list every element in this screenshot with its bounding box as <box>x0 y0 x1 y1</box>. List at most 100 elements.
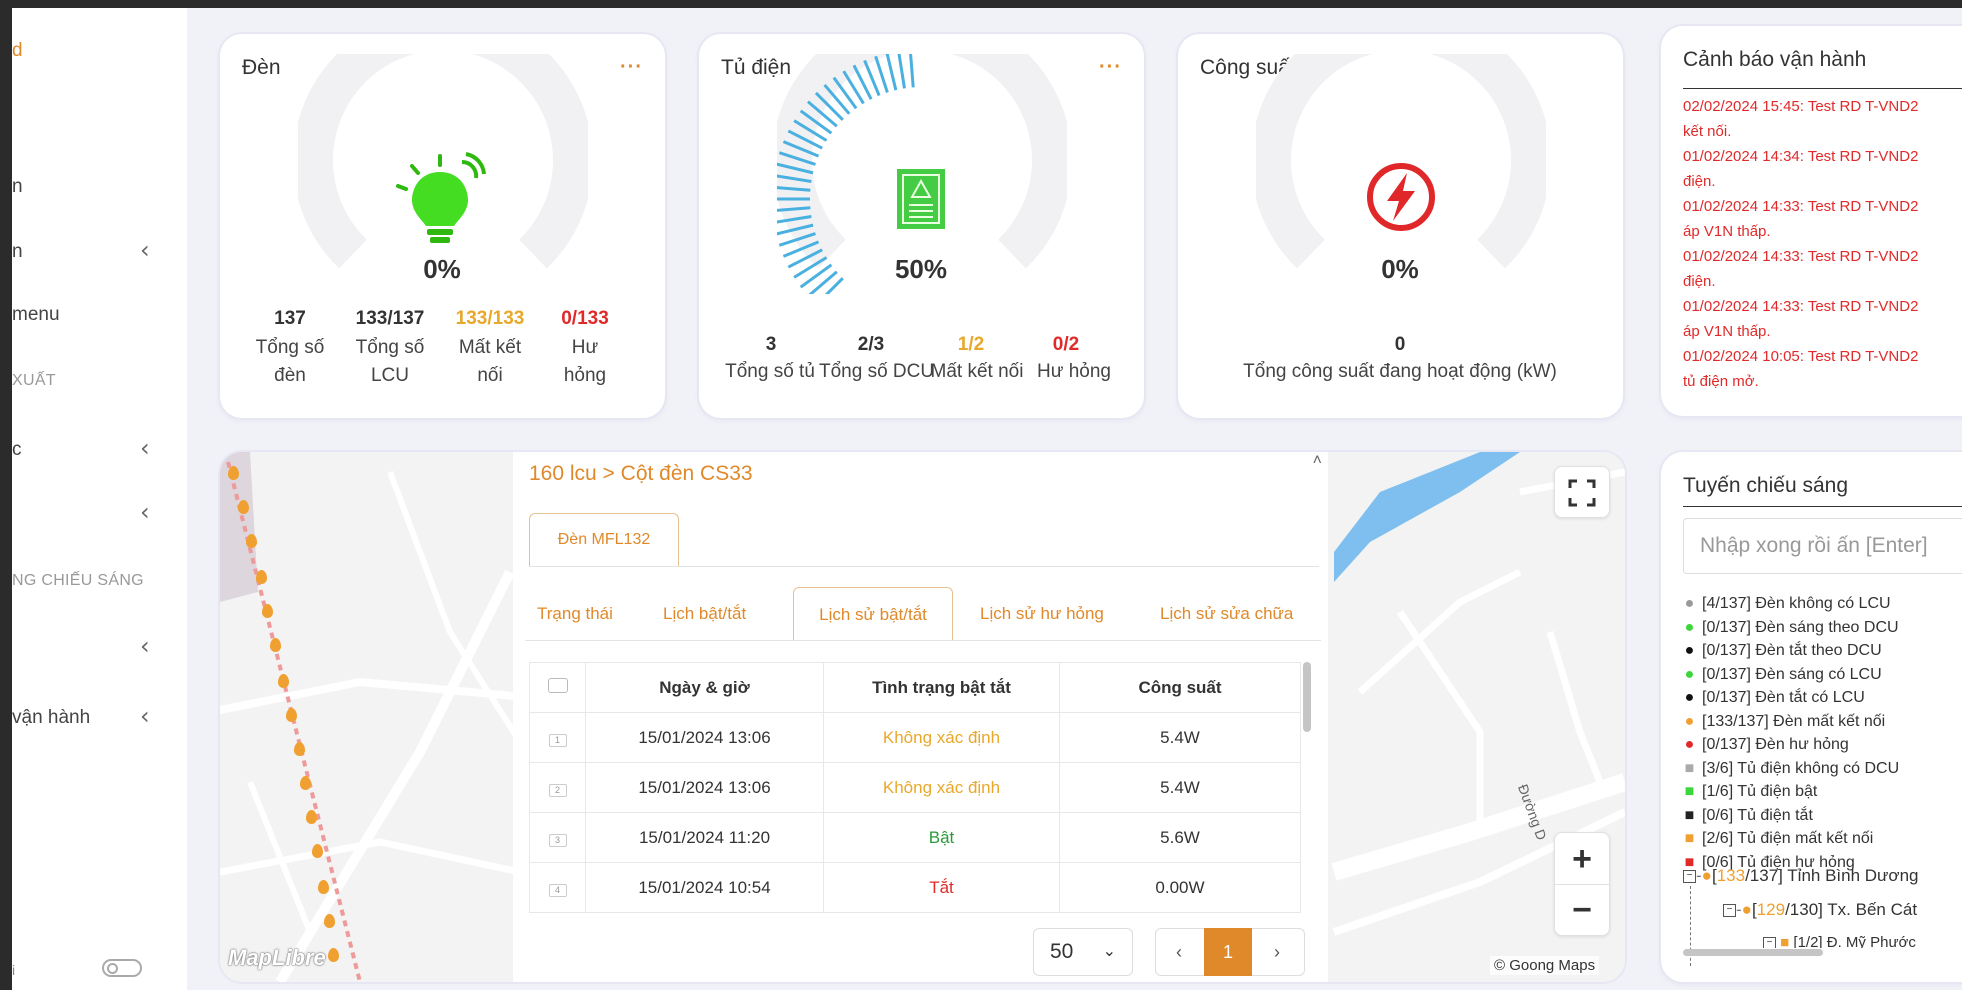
more-icon[interactable]: ··· <box>620 56 643 79</box>
lamp-pin-icon[interactable] <box>318 880 329 894</box>
collapse-icon[interactable]: ˄ <box>1313 452 1322 470</box>
legend-item[interactable]: ● [133/137] Đèn mất kết nối <box>1683 710 1886 733</box>
lamp-pin-icon[interactable] <box>246 534 257 548</box>
stat-value: 3 <box>765 334 777 355</box>
maplibre-logo: MapLibre <box>228 945 326 970</box>
alert-item[interactable]: 02/02/2024 15:45: Test RD T-VND2 kết nối. <box>1683 94 1918 144</box>
tab-status[interactable]: Trạng thái <box>537 587 647 641</box>
lamp-pin-icon[interactable] <box>256 570 267 584</box>
legend-label: [2/6] Tủ điện mất kết nối <box>1702 830 1874 847</box>
legend-item[interactable]: ● [0/137] Đèn sáng theo DCU <box>1683 616 1899 639</box>
legend-label: [0/137] Đèn sáng có LCU <box>1702 665 1882 683</box>
gauge-percent: 50% <box>894 254 948 284</box>
sidebar-item-menu[interactable]: menu <box>12 304 60 326</box>
legend-item[interactable]: ● [0/137] Đèn hư hỏng <box>1683 733 1849 756</box>
sidebar-item-1[interactable]: n <box>12 176 23 198</box>
lamp-pin-icon[interactable] <box>262 604 273 618</box>
tree-node-town[interactable]: − -●[129/130] Tx. Bến Cát <box>1723 900 1917 920</box>
chevron-left-icon[interactable]: ‹ <box>140 236 150 264</box>
sidebar-item-0[interactable]: d <box>12 40 23 62</box>
sidebar-section-chieu-sang: NG CHIẾU SÁNG <box>12 572 144 589</box>
legend-item[interactable]: ■ [2/6] Tủ điện mất kết nối <box>1683 827 1874 850</box>
lamp-pin-icon[interactable] <box>324 914 335 928</box>
lamp-pin-icon[interactable] <box>228 466 239 480</box>
legend-label: [0/137] Đèn sáng theo DCU <box>1702 618 1899 636</box>
chevron-left-icon[interactable]: ‹ <box>140 498 150 526</box>
zoom-out-button[interactable]: − <box>1555 885 1609 937</box>
table-scrollbar[interactable] <box>1303 662 1311 732</box>
route-search-input[interactable]: Nhập xong rồi ấn [Enter] <box>1683 518 1962 574</box>
card-title: Tuyến chiếu sáng <box>1683 474 1848 497</box>
legend-item[interactable]: ■ [1/6] Tủ điện bật <box>1683 780 1818 803</box>
legend-item[interactable]: ■ [3/6] Tủ điện không có DCU <box>1683 757 1900 780</box>
sidebar-item-c[interactable]: c <box>12 439 22 461</box>
lamp-pin-icon[interactable] <box>306 810 317 824</box>
cell-power: 5.4W <box>1059 762 1301 813</box>
lamp-pin-icon[interactable] <box>286 708 297 722</box>
next-page-button[interactable]: › <box>1254 929 1300 975</box>
lamp-pin-icon[interactable] <box>238 500 249 514</box>
tree-scrollbar[interactable] <box>1683 949 1823 956</box>
sidebar-item-2[interactable]: n <box>12 241 23 263</box>
tab-onoff-history[interactable]: Lịch sử bật/tắt <box>793 587 953 641</box>
more-icon[interactable]: ··· <box>1099 56 1122 79</box>
fullscreen-button[interactable] <box>1554 466 1610 518</box>
legend-item[interactable]: ● [0/137] Đèn tắt có LCU <box>1683 686 1865 709</box>
tree-node-street[interactable]: − ■ [1/2] Đ. Mỹ Phước <box>1763 934 1916 948</box>
cell-time: 15/01/2024 13:06 <box>585 712 824 763</box>
theme-toggle[interactable] <box>102 959 142 977</box>
alert-item[interactable]: 01/02/2024 14:33: Test RD T-VND2 điện. <box>1683 244 1918 294</box>
tab-lamp[interactable]: Đèn MFL132 <box>529 513 679 567</box>
lamp-pin-icon[interactable] <box>300 776 311 790</box>
tab-schedule[interactable]: Lịch bật/tắt <box>663 587 773 641</box>
alert-item[interactable]: 01/02/2024 14:33: Test RD T-VND2 áp V1N t… <box>1683 294 1918 344</box>
alert-item[interactable]: 01/02/2024 14:33: Test RD T-VND2 áp V1N t… <box>1683 194 1918 244</box>
lamp-pin-icon[interactable] <box>270 638 281 652</box>
lamp-pin-icon[interactable] <box>294 742 305 756</box>
sidebar-item-van-hanh[interactable]: vận hành <box>12 707 90 729</box>
prev-page-button[interactable]: ‹ <box>1156 929 1202 975</box>
cell-status: Không xác định <box>823 712 1060 763</box>
alert-item[interactable]: 01/02/2024 14:34: Test RD T-VND2 điện. <box>1683 144 1918 194</box>
table-row[interactable]: 1 15/01/2024 13:06 Không xác định 5.4W <box>529 712 1301 763</box>
legend-item[interactable]: ■ [0/6] Tủ điện tắt <box>1683 804 1813 827</box>
card-alerts: Cảnh báo vận hành 02/02/2024 15:45: Test… <box>1661 26 1962 416</box>
lamp-pin-icon[interactable] <box>312 844 323 858</box>
lamp-pin-icon[interactable] <box>328 948 339 962</box>
legend-item[interactable]: ● [0/137] Đèn sáng có LCU <box>1683 663 1882 686</box>
stat-label: Tổng công suất đang hoạt động (kW) <box>1243 361 1557 382</box>
row-number: 4 <box>548 883 567 897</box>
table-row[interactable]: 2 15/01/2024 13:06 Không xác định 5.4W <box>529 762 1301 813</box>
table-row[interactable]: 3 15/01/2024 11:20 Bật 5.6W <box>529 812 1301 863</box>
chevron-left-icon[interactable]: ‹ <box>140 434 150 462</box>
legend-item[interactable]: ● [0/137] Đèn tắt theo DCU <box>1683 639 1882 662</box>
zoom-in-button[interactable]: + <box>1555 833 1609 885</box>
legend-item[interactable]: ● [4/137] Đèn không có LCU <box>1683 592 1891 615</box>
table-row[interactable]: 4 15/01/2024 10:54 Tắt 0.00W <box>529 862 1301 913</box>
tab-repair-history[interactable]: Lịch sử sửa chữa <box>1160 587 1320 641</box>
stat-value: 137 <box>274 308 306 329</box>
lamp-pin-icon[interactable] <box>278 674 289 688</box>
chevron-left-icon[interactable]: ‹ <box>140 632 150 660</box>
stat-value: 0 <box>1394 334 1406 355</box>
bulb-green-icon: ● <box>1684 665 1695 683</box>
tree-node-province[interactable]: − -●[133/137] Tỉnh Bình Dương <box>1683 866 1919 886</box>
divider <box>1683 88 1962 89</box>
tab-failure-history[interactable]: Lịch sử hư hỏng <box>980 587 1130 641</box>
page-current[interactable]: 1 <box>1204 928 1252 976</box>
gauge-tick <box>885 54 898 91</box>
collapse-icon[interactable]: − <box>1683 870 1696 884</box>
sidebar-section-xuat: XUẤT <box>12 372 56 389</box>
select-all-checkbox[interactable] <box>529 662 586 713</box>
gauge-tick <box>874 55 889 93</box>
table-header: Ngày & giờ Tình trạng bật tắt Công suất <box>529 662 1301 713</box>
stat-label: Hư hỏng <box>1037 361 1111 382</box>
alert-item[interactable]: 01/02/2024 10:05: Test RD T-VND2 tủ điện … <box>1683 344 1918 394</box>
collapse-icon[interactable]: − <box>1723 904 1736 918</box>
gauge-tick <box>897 54 906 89</box>
map-attribution[interactable]: © Goong Maps <box>1490 956 1600 975</box>
bulb-green-icon: ● <box>1684 618 1695 636</box>
stat-label: Tổng số đèn <box>255 337 325 386</box>
page-size-select[interactable]: 50 ⌄ <box>1033 928 1133 976</box>
chevron-left-icon[interactable]: ‹ <box>140 702 150 730</box>
